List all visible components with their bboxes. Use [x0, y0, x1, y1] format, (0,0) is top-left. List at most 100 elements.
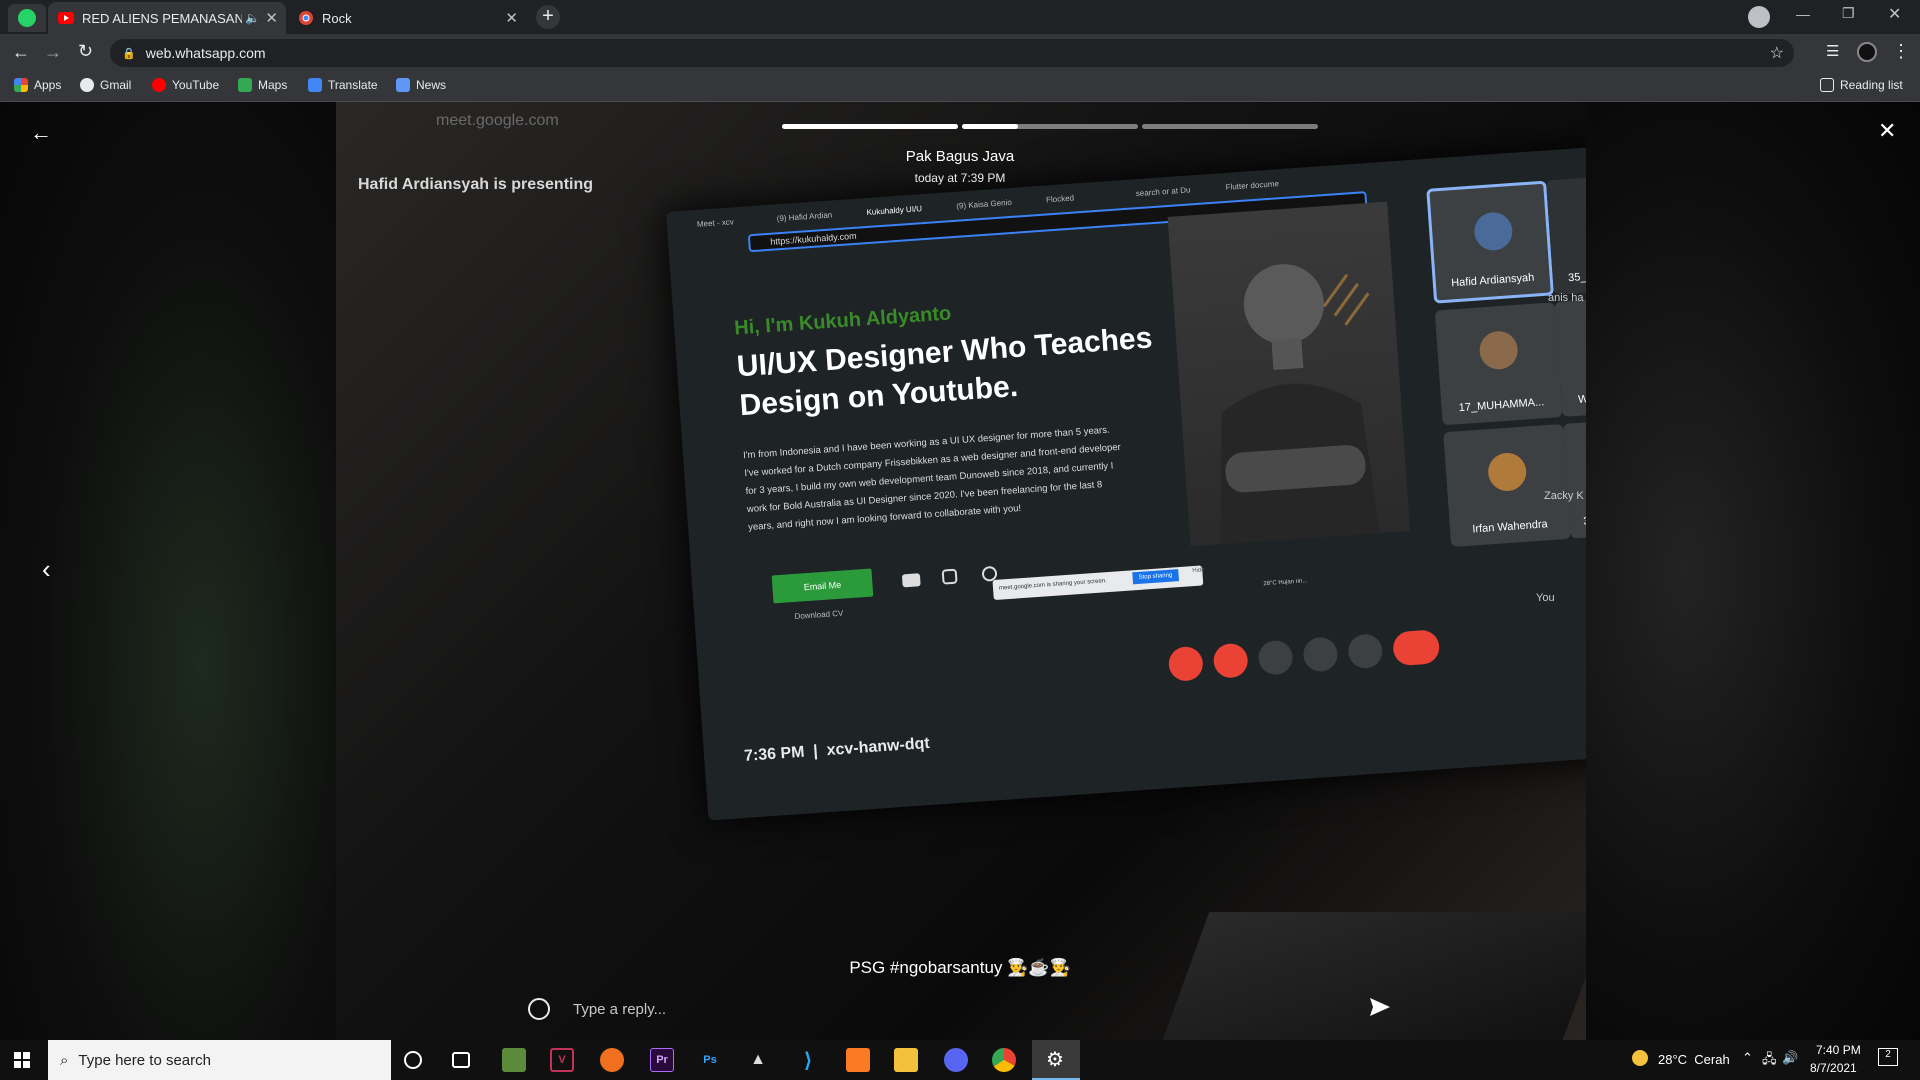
participant-name: 35_Syahdan Zai... [1567, 266, 1586, 285]
search-icon: ⌕ [60, 1051, 69, 1069]
back-arrow-icon[interactable]: ← [30, 120, 52, 146]
present-icon [1302, 636, 1339, 673]
network-icon[interactable]: 🖧 [1762, 1050, 1777, 1072]
emoji-icons: 👨‍🍳☕👨‍🍳 [1007, 958, 1071, 977]
tab-youtube[interactable]: RED ALIENS PEMANASAN DI 🔈 ✕ [48, 2, 286, 34]
reply-input[interactable] [573, 996, 1353, 1022]
bookmark-translate[interactable]: Translate [308, 78, 378, 92]
photo-inner-tab: (9) Kaisa Genio [955, 197, 1013, 211]
photo-participant-tile: Hafid Ardiansyah [1426, 180, 1554, 304]
address-bar[interactable]: 🔒 web.whatsapp.com ☆ [110, 39, 1794, 67]
tab-search-icon[interactable] [1748, 6, 1770, 28]
minecraft-icon[interactable] [502, 1048, 526, 1072]
photo-meet-url: meet.google.com [436, 112, 559, 129]
chrome-icon[interactable] [992, 1048, 1016, 1072]
file-explorer-icon[interactable] [894, 1048, 918, 1072]
tab-strip: RED ALIENS PEMANASAN DI 🔈 ✕ Rock ✕ + — ❐… [0, 0, 1920, 34]
vivaldi-icon[interactable]: V [550, 1048, 574, 1072]
tab-title: RED ALIENS PEMANASAN DI [82, 10, 242, 26]
photo-participant-tile-partial: anis ha [1548, 292, 1584, 304]
bookmark-youtube[interactable]: YouTube [152, 78, 219, 92]
close-tab-icon[interactable]: ✕ [505, 9, 518, 27]
progress-segment [962, 124, 1138, 129]
participant-name: Hafid Ardiansyah [1450, 271, 1535, 290]
bookmark-star-icon[interactable]: ☆ [1770, 43, 1784, 63]
notification-icon[interactable]: 2 [1878, 1048, 1898, 1066]
bookmark-maps[interactable]: Maps [238, 78, 287, 92]
posted-time: today at 7:39 PM [914, 171, 1006, 185]
status-viewer: meet.google.com Hafid Ardiansyah is pres… [0, 102, 1920, 1040]
discord-icon[interactable] [944, 1048, 968, 1072]
restore-button[interactable]: ❐ [1842, 5, 1855, 22]
bookmark-apps[interactable]: Apps [14, 78, 61, 92]
photo-download-cv: Download CV [794, 608, 844, 622]
reading-list-button[interactable]: Reading list [1820, 78, 1903, 92]
reading-list-icon[interactable]: ☰ [1826, 42, 1839, 60]
chevron-up-icon[interactable]: ⌃ [1742, 1050, 1753, 1066]
bookmark-label: Gmail [100, 78, 132, 92]
reload-icon[interactable]: ↻ [78, 41, 93, 62]
audio-icon[interactable]: 🔈 [245, 11, 260, 25]
avatar [1478, 329, 1519, 371]
gmail-icon [80, 78, 94, 92]
previous-status-icon[interactable]: ‹ [42, 554, 51, 585]
tab-rock[interactable]: Rock ✕ [288, 2, 526, 34]
bookmark-label: YouTube [172, 78, 220, 92]
instagram-icon [941, 568, 958, 585]
close-window-button[interactable]: ✕ [1888, 4, 1901, 24]
participant-name: 33_Rissa Dwi Ku... [1582, 509, 1586, 528]
taskbar-search[interactable]: ⌕ Type here to search [48, 1040, 391, 1080]
photoshop-icon[interactable]: Ps [698, 1048, 722, 1072]
hang-up-icon [1392, 629, 1441, 667]
forward-arrow-icon[interactable]: → [44, 42, 62, 63]
menu-kebab-icon[interactable]: ⋮ [1892, 41, 1910, 62]
bookmark-gmail[interactable]: Gmail [80, 78, 131, 92]
apps-grid-icon [14, 78, 28, 92]
cortana-icon[interactable] [404, 1051, 422, 1069]
new-tab-button[interactable]: + [536, 5, 560, 29]
maps-icon [238, 78, 252, 92]
youtube-icon [901, 573, 921, 588]
progress-segment [782, 124, 958, 129]
bookmark-news[interactable]: News [396, 78, 446, 92]
whatsapp-pinned-tab[interactable] [8, 4, 46, 32]
weather-text[interactable]: 28°C Cerah [1658, 1052, 1730, 1067]
clock-date[interactable]: 8/7/2021 [1810, 1061, 1857, 1075]
minimize-button[interactable]: — [1796, 6, 1810, 22]
clock-time[interactable]: 7:40 PM [1816, 1043, 1861, 1057]
reading-list-icon [1820, 78, 1834, 92]
task-view-icon[interactable] [452, 1052, 470, 1068]
volume-icon[interactable]: 🔊 [1782, 1050, 1798, 1066]
progress-fill [962, 124, 1019, 129]
more-icon [1347, 633, 1384, 670]
windows-start-icon[interactable] [14, 1052, 30, 1073]
bookmarks-bar: Apps Gmail YouTube Maps Translate News R… [0, 72, 1920, 102]
progress-segment [1142, 124, 1318, 129]
chrome-icon [298, 10, 314, 26]
settings-app-active[interactable]: ⚙ [1032, 1040, 1080, 1080]
vscode-icon[interactable]: ⟩ [796, 1048, 820, 1072]
back-arrow-icon[interactable]: ← [12, 42, 30, 63]
close-icon[interactable]: ✕ [1878, 118, 1896, 144]
photo-inner-tab: search or at Du [1135, 185, 1191, 199]
youtube-icon [152, 78, 166, 92]
photo-email-button: Email Me [771, 568, 874, 604]
bookmark-label: Apps [34, 78, 62, 92]
windows-taskbar: ⌕ Type here to search V Pr Ps ▲ ⟩ ⚙ 28°C… [0, 1040, 1920, 1080]
mic-off-icon [1167, 645, 1204, 682]
close-tab-icon[interactable]: ✕ [265, 9, 278, 27]
bookmark-label: Maps [258, 78, 288, 92]
photo-sharing-text: meet.google.com is sharing your screen. [998, 578, 1108, 592]
whatsapp-icon [18, 9, 36, 27]
premiere-icon[interactable]: Pr [650, 1048, 674, 1072]
photo-participant-tile: 35_Syahdan Zai... [1545, 172, 1586, 296]
send-icon[interactable] [1368, 996, 1392, 1023]
xampp-icon[interactable] [846, 1048, 870, 1072]
inkscape-icon[interactable]: ▲ [746, 1048, 770, 1072]
profile-avatar[interactable] [1857, 42, 1877, 62]
photo-inner-tab: (9) Hafid Ardian [776, 210, 833, 224]
translate-icon [308, 78, 322, 92]
divider: | [808, 742, 823, 761]
emoji-icon[interactable] [528, 998, 550, 1020]
fruit-icon[interactable] [600, 1048, 624, 1072]
